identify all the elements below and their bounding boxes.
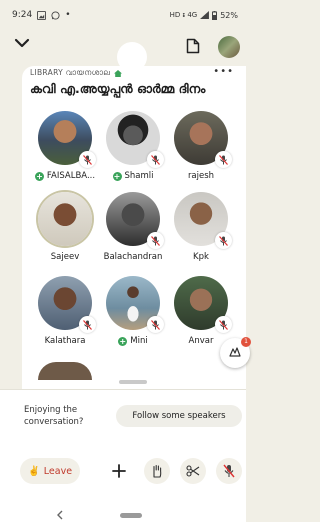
mic-off-icon <box>147 316 164 333</box>
mute-button[interactable] <box>216 458 242 484</box>
battery-level: 52% <box>220 10 238 20</box>
mic-off-icon <box>215 151 232 168</box>
speaker-tile[interactable]: + Mini <box>98 276 168 346</box>
speaker-avatar <box>106 276 164 333</box>
speaker-tile[interactable]: + Shamli <box>98 111 168 181</box>
status-bar: 9:24 • HD ᵻ 4G 52% <box>0 0 246 30</box>
house-icon <box>113 69 122 77</box>
mic-off-icon <box>147 151 164 168</box>
notification-badge: 1 <box>241 337 251 347</box>
speaker-avatar <box>38 276 96 333</box>
club-name: LIBRARY വായനശാല <box>30 68 110 77</box>
hand-icon <box>229 347 241 357</box>
speaker-tile[interactable]: Sajeev <box>30 192 100 262</box>
document-icon[interactable] <box>186 38 200 54</box>
speaker-name: FAISALBA... <box>46 171 96 181</box>
status-time: 9:24 <box>12 10 33 20</box>
room-title: കവി എ.അയ്യപ്പൻ ഓർമ്മ ദിനം <box>30 81 206 96</box>
speaker-avatar <box>174 111 232 168</box>
bottom-panel: Enjoying the conversation? Follow some s… <box>0 389 246 522</box>
add-button[interactable] <box>106 458 132 484</box>
speaker-tile[interactable]: Kalathara <box>30 276 100 346</box>
room-header: LIBRARY വായനശാല ••• കവി എ.അയ്യപ്പൻ ഓർമ്മ… <box>30 66 240 97</box>
speaker-avatar <box>106 111 164 168</box>
speaker-name: rajesh <box>187 171 215 181</box>
signal-icon <box>200 11 210 19</box>
speaker-name: Mini <box>130 336 148 346</box>
speaker-tile[interactable]: Kpk <box>166 192 236 262</box>
home-nav-pill[interactable] <box>120 513 142 518</box>
mic-off-icon <box>147 232 164 249</box>
speaker-tile[interactable]: + FAISALBA... <box>30 111 100 181</box>
speaker-avatar-partial[interactable] <box>38 362 92 380</box>
mic-off-icon <box>79 151 96 168</box>
club-line[interactable]: LIBRARY വായനശാല <box>30 68 240 78</box>
chevron-down-icon[interactable] <box>14 36 30 50</box>
enjoy-prompt: Enjoying the conversation? <box>24 405 84 427</box>
whatsapp-notification-icon <box>51 10 60 20</box>
speaker-name: Balachandran <box>103 252 163 262</box>
clip-button[interactable] <box>180 458 206 484</box>
speaker-tile[interactable]: Balachandran <box>98 192 168 262</box>
speaker-name: Kalathara <box>44 336 86 346</box>
speaker-avatar <box>174 276 232 333</box>
gallery-notification-icon <box>37 10 47 20</box>
speaker-avatar <box>174 192 232 249</box>
speaker-avatar <box>106 192 164 249</box>
speaker-avatar <box>38 192 92 246</box>
speaker-name: Shamli <box>124 171 154 181</box>
user-avatar[interactable] <box>218 36 240 58</box>
speaker-name: Sajeev <box>50 252 80 262</box>
raise-hand-button[interactable]: 1 <box>220 337 251 368</box>
plus-badge-icon: + <box>118 336 128 346</box>
leave-label: Leave <box>43 465 73 477</box>
mic-off-icon <box>79 316 96 333</box>
follow-speakers-button[interactable]: Follow some speakers <box>116 405 242 427</box>
leave-button[interactable]: ✌️ Leave <box>20 458 80 484</box>
raise-hand-control[interactable] <box>144 458 170 484</box>
status-dot: • <box>65 10 71 20</box>
battery-icon <box>212 10 218 20</box>
plus-icon <box>112 464 126 478</box>
speaker-name: Anvar <box>188 336 214 346</box>
speaker-tile[interactable]: rajesh <box>166 111 236 181</box>
room-top-bar <box>0 30 246 72</box>
more-options-icon[interactable]: ••• <box>213 66 234 77</box>
back-nav-icon[interactable] <box>56 510 64 520</box>
peace-hand-icon: ✌️ <box>27 465 40 477</box>
scissors-icon <box>186 465 200 477</box>
network-indicator: HD ᵻ 4G <box>169 11 198 19</box>
speaker-name: Kpk <box>193 252 209 262</box>
speaker-tile[interactable]: Anvar <box>166 276 236 346</box>
mic-off-icon <box>215 316 232 333</box>
drag-handle[interactable] <box>119 380 147 384</box>
plus-badge-icon: + <box>112 171 122 181</box>
raise-hand-icon <box>153 464 162 478</box>
mic-off-icon <box>215 232 232 249</box>
plus-badge-icon: + <box>34 171 44 181</box>
mic-off-icon <box>223 464 235 478</box>
speaker-avatar <box>38 111 96 168</box>
